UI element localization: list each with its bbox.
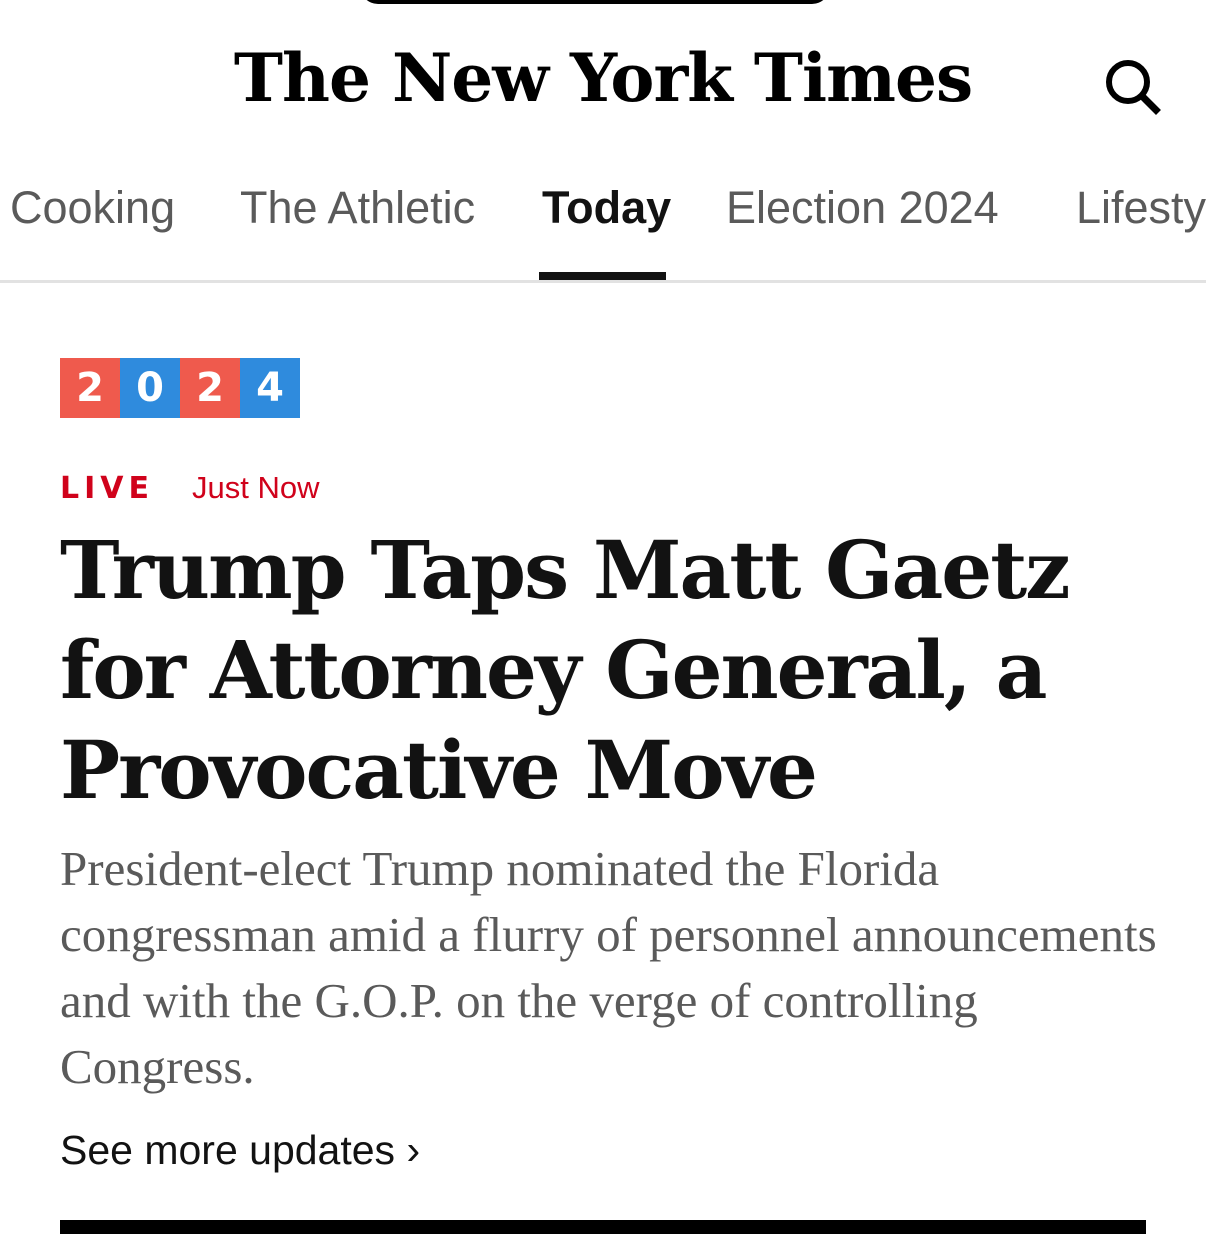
search-button[interactable] bbox=[1100, 52, 1164, 116]
live-label: LIVE bbox=[60, 470, 154, 506]
tab-today[interactable]: Today bbox=[542, 178, 671, 238]
search-icon bbox=[1106, 60, 1161, 115]
tab-cooking[interactable]: Cooking bbox=[10, 178, 175, 238]
section-nav: Cooking The Athletic Today Election 2024… bbox=[0, 150, 1206, 283]
badge-digit: 4 bbox=[240, 358, 300, 418]
badge-digit: 2 bbox=[180, 358, 240, 418]
nyt-logo[interactable]: The New York Times bbox=[0, 30, 1206, 126]
badge-digit: 0 bbox=[120, 358, 180, 418]
active-tab-indicator bbox=[539, 272, 666, 280]
tab-lifestyle[interactable]: Lifesty bbox=[1076, 178, 1206, 238]
see-more-updates-link[interactable]: See more updates › bbox=[60, 1120, 420, 1180]
story-meta: LIVE Just Now bbox=[60, 466, 319, 510]
story-summary[interactable]: President-elect Trump nominated the Flor… bbox=[60, 836, 1160, 1100]
tab-the-athletic[interactable]: The Athletic bbox=[240, 178, 475, 238]
section-divider bbox=[60, 1220, 1146, 1234]
election-2024-badge: 2 0 2 4 bbox=[60, 358, 300, 418]
masthead: The New York Times bbox=[0, 0, 1206, 150]
timestamp: Just Now bbox=[192, 470, 320, 505]
headline[interactable]: Trump Taps Matt Gaetz for Attorney Gener… bbox=[60, 520, 1150, 820]
badge-digit: 2 bbox=[60, 358, 120, 418]
tab-election-2024[interactable]: Election 2024 bbox=[726, 178, 999, 238]
